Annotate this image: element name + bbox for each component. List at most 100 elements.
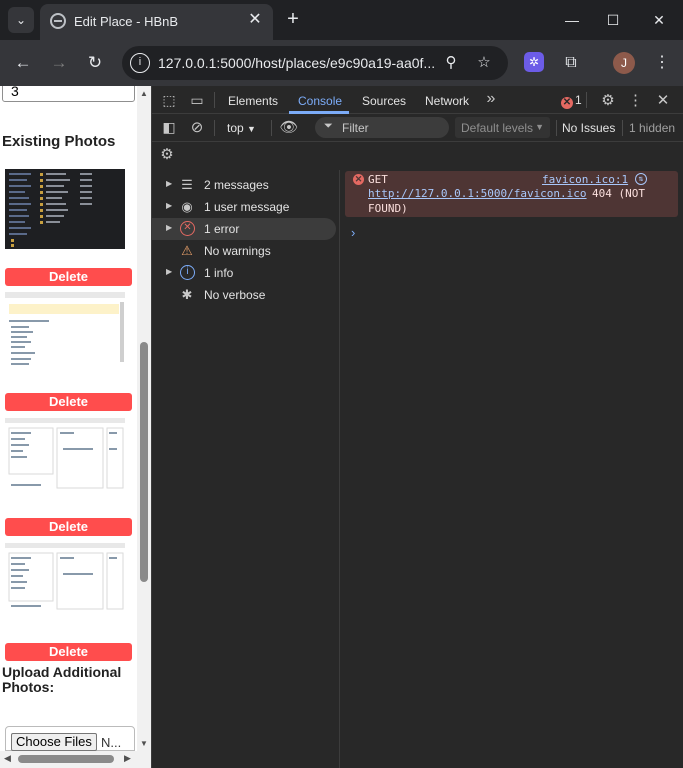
url-text[interactable]: 127.0.0.1:5000/host/places/e9c90a19-aa0f… bbox=[158, 55, 435, 71]
file-input[interactable]: Choose Files N... bbox=[5, 726, 135, 751]
device-toolbar-icon[interactable]: ▭ bbox=[188, 92, 206, 109]
delete-photo-button[interactable]: Delete bbox=[5, 518, 132, 536]
filter-funnel-icon: ⏷ bbox=[324, 120, 333, 132]
context-selector[interactable]: top ▼ bbox=[227, 121, 256, 135]
eye-icon[interactable]: 👁 bbox=[278, 118, 300, 136]
scroll-up-arrow-icon[interactable]: ▲ bbox=[140, 89, 148, 98]
hidden-count: 1 hidden bbox=[629, 121, 676, 135]
scroll-down-arrow-icon[interactable]: ▼ bbox=[140, 739, 148, 748]
log-levels-label: Default levels bbox=[461, 121, 534, 135]
request-method: GET bbox=[368, 173, 388, 186]
sidebar-item-label: No verbose bbox=[204, 288, 266, 302]
minimize-button[interactable]: — bbox=[552, 6, 592, 34]
forward-icon[interactable]: → bbox=[47, 51, 71, 75]
request-url-link[interactable]: http://127.0.0.1:5000/favicon.ico bbox=[368, 187, 587, 200]
caret-down-icon: ▼ bbox=[247, 124, 256, 134]
sidebar-item-messages[interactable]: ▶ ☰ 2 messages bbox=[152, 174, 336, 196]
divider bbox=[586, 92, 587, 108]
maximize-button[interactable]: ☐ bbox=[593, 6, 633, 34]
horizontal-scrollbar[interactable]: ◀ ▶ bbox=[0, 751, 151, 768]
network-request-icon[interactable]: ⇅ bbox=[635, 173, 647, 185]
sidebar-item-user-messages[interactable]: ▶ ◉ 1 user message bbox=[152, 196, 336, 218]
vertical-scrollbar[interactable]: ▲ ▼ bbox=[137, 86, 151, 751]
error-circle-icon: ✕ bbox=[180, 221, 195, 236]
avatar[interactable]: J bbox=[613, 52, 635, 74]
filter-input[interactable]: ⏷ Filter bbox=[315, 117, 449, 138]
inspect-element-icon[interactable]: ⬚ bbox=[160, 92, 178, 109]
devtools-menu-icon[interactable]: ⋮ bbox=[628, 91, 643, 109]
reload-icon[interactable]: ↻ bbox=[83, 51, 107, 75]
close-window-button[interactable]: ✕ bbox=[639, 6, 679, 34]
console-toolbar-secondary: ⚙ bbox=[152, 142, 683, 168]
devtools-panel: ⬚ ▭ Elements Console Sources Network » ✕… bbox=[151, 86, 683, 768]
sidebar-item-label: 1 info bbox=[204, 266, 234, 280]
divider bbox=[556, 120, 557, 136]
error-circle-icon: ✕ bbox=[353, 174, 364, 185]
close-devtools-icon[interactable]: ✕ bbox=[654, 91, 672, 109]
tab-console[interactable]: Console bbox=[298, 94, 342, 108]
console-error-message: ✕ GET favicon.ico:1 ⇅ http://127.0.0.1:5… bbox=[345, 171, 678, 217]
issues-button[interactable]: No Issues bbox=[562, 121, 615, 135]
address-bar[interactable]: i 127.0.0.1:5000/host/places/e9c90a19-aa… bbox=[122, 46, 508, 80]
delete-photo-button[interactable]: Delete bbox=[5, 393, 132, 411]
delete-photo-button[interactable]: Delete bbox=[5, 643, 132, 661]
tab-sources[interactable]: Sources bbox=[362, 94, 406, 108]
photo-thumbnail bbox=[5, 169, 125, 249]
sidebar-item-errors[interactable]: ▶ ✕ 1 error bbox=[152, 218, 336, 240]
browser-tab[interactable]: Edit Place - HBnB ✕ bbox=[40, 4, 273, 40]
context-label: top bbox=[227, 121, 244, 135]
chevron-down-icon: ⌄ bbox=[15, 13, 27, 27]
status-text: 404 (NOT bbox=[592, 187, 645, 200]
bug-icon: ✱ bbox=[181, 287, 193, 302]
site-info-icon[interactable]: i bbox=[130, 53, 150, 73]
sidebar-item-label: 1 error bbox=[204, 222, 240, 236]
caret-right-icon: ▶ bbox=[166, 179, 173, 188]
extensions-puzzle-icon[interactable]: ⧉ bbox=[560, 52, 582, 74]
caret-down-icon: ▼ bbox=[535, 122, 544, 132]
warning-triangle-icon: ⚠ bbox=[181, 243, 193, 258]
photo-thumbnail-image bbox=[5, 543, 125, 623]
new-tab-button[interactable]: + bbox=[282, 8, 304, 30]
photo-thumbnail bbox=[5, 292, 125, 372]
extension-icon[interactable]: ✲ bbox=[524, 52, 544, 72]
sidebar-item-info[interactable]: ▶ i 1 info bbox=[152, 262, 336, 284]
zoom-icon[interactable]: ⚲ bbox=[441, 53, 461, 73]
tab-title: Edit Place - HBnB bbox=[74, 14, 179, 29]
error-count-badge[interactable]: ✕ 1 bbox=[561, 93, 582, 109]
sidebar-item-warnings[interactable]: ⚠ No warnings bbox=[152, 240, 336, 262]
divider bbox=[214, 120, 215, 136]
error-circle-icon: ✕ bbox=[561, 97, 573, 109]
console-prompt[interactable]: › bbox=[351, 225, 355, 240]
clear-console-icon[interactable]: ⊘ bbox=[188, 118, 206, 136]
bookmark-star-icon[interactable]: ☆ bbox=[474, 53, 494, 73]
number-input[interactable]: 3 bbox=[2, 86, 135, 102]
tab-search-button[interactable]: ⌄ bbox=[8, 7, 34, 33]
delete-photo-button[interactable]: Delete bbox=[5, 268, 132, 286]
more-tabs-icon[interactable]: » bbox=[483, 90, 499, 108]
existing-photos-heading: Existing Photos bbox=[2, 133, 116, 150]
log-levels-dropdown[interactable]: Default levels ▼ bbox=[455, 117, 550, 138]
sidebar-item-verbose[interactable]: ✱ No verbose bbox=[152, 284, 336, 306]
source-link[interactable]: favicon.ico:1 bbox=[542, 173, 628, 186]
menu-kebab-icon[interactable]: ⋮ bbox=[654, 52, 670, 74]
scroll-right-arrow-icon[interactable]: ▶ bbox=[124, 753, 131, 764]
tab-network[interactable]: Network bbox=[425, 94, 469, 108]
settings-gear-icon[interactable]: ⚙ bbox=[599, 91, 617, 109]
scrollbar-thumb[interactable] bbox=[140, 342, 148, 582]
divider bbox=[622, 120, 623, 136]
back-icon[interactable]: ← bbox=[11, 51, 35, 75]
console-toolbar: ◧ ⊘ top ▼ 👁 ⏷ Filter Default levels ▼ No… bbox=[152, 114, 683, 142]
sidebar-toggle-icon[interactable]: ◧ bbox=[160, 119, 178, 136]
status-text-cont: FOUND) bbox=[368, 202, 408, 215]
scrollbar-thumb[interactable] bbox=[18, 755, 114, 763]
tab-elements[interactable]: Elements bbox=[228, 94, 278, 108]
info-circle-icon: i bbox=[180, 265, 195, 280]
choose-files-button[interactable]: Choose Files bbox=[11, 733, 97, 751]
photo-thumbnail bbox=[5, 543, 125, 623]
no-file-text: N... bbox=[101, 735, 122, 750]
scroll-left-arrow-icon[interactable]: ◀ bbox=[4, 753, 11, 764]
console-settings-gear-icon[interactable]: ⚙ bbox=[158, 145, 176, 163]
photo-thumbnail-image bbox=[5, 292, 125, 372]
photo-thumbnail-image bbox=[5, 169, 125, 249]
tab-close-button[interactable]: ✕ bbox=[245, 10, 265, 30]
